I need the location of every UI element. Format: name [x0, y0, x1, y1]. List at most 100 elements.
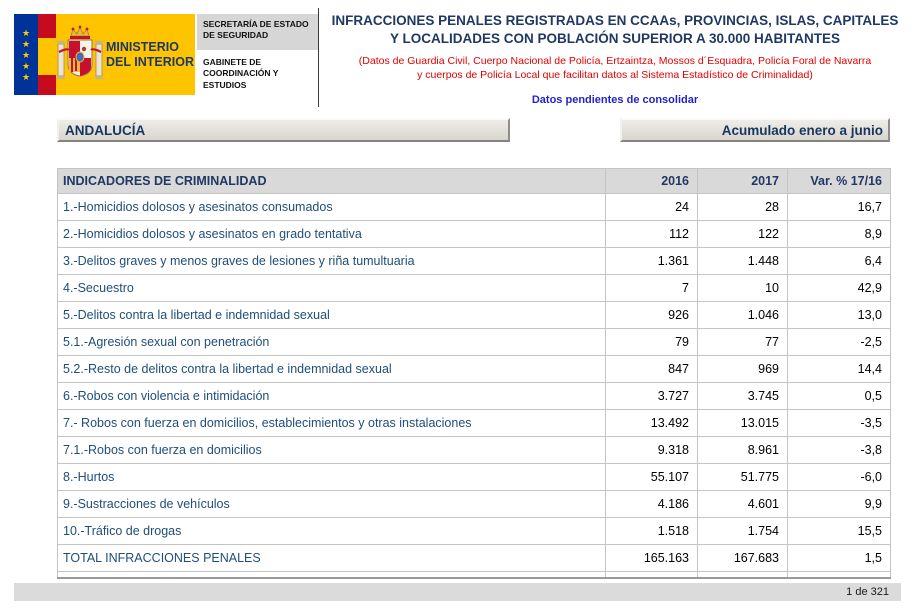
indicator-label: 7.- Robos con fuerza en domicilios, esta… — [58, 410, 606, 437]
eu-star-icon: ★ — [22, 39, 30, 49]
gabinete-label: GABINETE DE COORDINACIÓN Y ESTUDIOS — [197, 57, 318, 91]
value-variation: 8,9 — [788, 221, 891, 248]
footer-bar: 1 de 321 — [14, 583, 901, 601]
value-2016: 9.318 — [606, 437, 698, 464]
value-variation: -2,5 — [788, 329, 891, 356]
table-row: 5.2.-Resto de delitos contra la libertad… — [58, 356, 891, 383]
eu-star-icon: ★ — [22, 50, 30, 60]
ministry-name-line2: DEL INTERIOR — [106, 55, 194, 70]
value-2016: 847 — [606, 356, 698, 383]
column-header-2017: 2017 — [698, 169, 788, 194]
total-label: TOTAL INFRACCIONES PENALES — [58, 545, 606, 572]
value-variation: -3,8 — [788, 437, 891, 464]
indicator-label: 3.-Delitos graves y menos graves de lesi… — [58, 248, 606, 275]
table-total-row: TOTAL INFRACCIONES PENALES 165.163 167.6… — [58, 545, 891, 572]
subtitle-line2: y cuerpos de Policía Local que facilitan… — [322, 68, 908, 82]
indicator-label: 2.-Homicidios dolosos y asesinatos en gr… — [58, 221, 606, 248]
eu-star-icon: ★ — [22, 72, 30, 82]
table-spacer-row — [58, 572, 891, 578]
subtitle: (Datos de Guardia Civil, Cuerpo Nacional… — [322, 54, 908, 82]
ministry-name-line1: MINISTERIO — [106, 40, 194, 55]
value-variation: 0,5 — [788, 383, 891, 410]
table-row: 1.-Homicidios dolosos y asesinatos consu… — [58, 194, 891, 221]
subtitle-line1: (Datos de Guardia Civil, Cuerpo Nacional… — [322, 54, 908, 68]
table-row: 8.-Hurtos 55.107 51.775 -6,0 — [58, 464, 891, 491]
period-button[interactable]: Acumulado enero a junio — [620, 118, 890, 142]
table-row: 10.-Tráfico de drogas 1.518 1.754 15,5 — [58, 518, 891, 545]
value-variation: 6,4 — [788, 248, 891, 275]
value-2016: 24 — [606, 194, 698, 221]
page-title-line2: Y LOCALIDADES CON POBLACIÓN SUPERIOR A 3… — [322, 30, 908, 48]
indicator-label: 10.-Tráfico de drogas — [58, 518, 606, 545]
table-row: 7.- Robos con fuerza en domicilios, esta… — [58, 410, 891, 437]
indicator-label: 5.2.-Resto de delitos contra la libertad… — [58, 356, 606, 383]
value-2017: 8.961 — [698, 437, 788, 464]
value-variation: 16,7 — [788, 194, 891, 221]
value-2017: 1.754 — [698, 518, 788, 545]
value-variation: -6,0 — [788, 464, 891, 491]
indicator-label: 5.-Delitos contra la libertad e indemnid… — [58, 302, 606, 329]
page-title-line1: INFRACCIONES PENALES REGISTRADAS EN CCAA… — [322, 12, 908, 30]
indicator-label: 7.1.-Robos con fuerza en domicilios — [58, 437, 606, 464]
value-2017: 1.046 — [698, 302, 788, 329]
column-header-2016: 2016 — [606, 169, 698, 194]
table-row: 5.-Delitos contra la libertad e indemnid… — [58, 302, 891, 329]
total-2016: 165.163 — [606, 545, 698, 572]
value-2017: 122 — [698, 221, 788, 248]
value-2017: 1.448 — [698, 248, 788, 275]
value-2017: 3.745 — [698, 383, 788, 410]
value-2016: 926 — [606, 302, 698, 329]
pending-data-note: Datos pendientes de consolidar — [322, 94, 908, 106]
value-2016: 3.727 — [606, 383, 698, 410]
table-row: 6.-Robos con violencia e intimidación 3.… — [58, 383, 891, 410]
spain-coat-of-arms-icon — [57, 24, 103, 86]
report-page: ★ ★ ★ ★ ★ — [0, 0, 914, 608]
table-row: 2.-Homicidios dolosos y asesinatos en gr… — [58, 221, 891, 248]
value-2017: 4.601 — [698, 491, 788, 518]
value-2016: 1.361 — [606, 248, 698, 275]
value-2017: 51.775 — [698, 464, 788, 491]
table-row: 4.-Secuestro 7 10 42,9 — [58, 275, 891, 302]
eu-star-icon: ★ — [22, 28, 30, 38]
indicator-label: 5.1.-Agresión sexual con penetración — [58, 329, 606, 356]
table-row: 3.-Delitos graves y menos graves de lesi… — [58, 248, 891, 275]
eu-star-icon: ★ — [22, 61, 30, 71]
value-2016: 4.186 — [606, 491, 698, 518]
secretaria-label: SECRETARÍA DE ESTADO DE SEGURIDAD — [197, 14, 318, 50]
header-divider — [318, 8, 319, 107]
value-2017: 28 — [698, 194, 788, 221]
spain-flag-icon — [38, 14, 56, 95]
title-area: INFRACCIONES PENALES REGISTRADAS EN CCAA… — [322, 12, 908, 106]
column-header-variation: Var. % 17/16 — [788, 169, 891, 194]
indicator-label: 6.-Robos con violencia e intimidación — [58, 383, 606, 410]
table-row: 9.-Sustracciones de vehículos 4.186 4.60… — [58, 491, 891, 518]
table-header-row: INDICADORES DE CRIMINALIDAD 2016 2017 Va… — [58, 169, 891, 194]
value-variation: 42,9 — [788, 275, 891, 302]
ministry-logo: ★ ★ ★ ★ ★ — [14, 14, 195, 95]
column-header-indicators: INDICADORES DE CRIMINALIDAD — [58, 169, 606, 194]
value-2017: 10 — [698, 275, 788, 302]
indicator-label: 4.-Secuestro — [58, 275, 606, 302]
value-2016: 55.107 — [606, 464, 698, 491]
value-2016: 112 — [606, 221, 698, 248]
value-variation: 14,4 — [788, 356, 891, 383]
value-2017: 13.015 — [698, 410, 788, 437]
logo-main-area: MINISTERIO DEL INTERIOR — [56, 14, 195, 95]
indicator-label: 9.-Sustracciones de vehículos — [58, 491, 606, 518]
table-row: 7.1.-Robos con fuerza en domicilios 9.31… — [58, 437, 891, 464]
eu-stars-icon: ★ ★ ★ ★ ★ — [14, 14, 38, 95]
value-2016: 13.492 — [606, 410, 698, 437]
indicator-label: 8.-Hurtos — [58, 464, 606, 491]
value-variation: 9,9 — [788, 491, 891, 518]
crime-indicators-table: INDICADORES DE CRIMINALIDAD 2016 2017 Va… — [57, 168, 891, 579]
value-variation: -3,5 — [788, 410, 891, 437]
total-2017: 167.683 — [698, 545, 788, 572]
indicator-label: 1.-Homicidios dolosos y asesinatos consu… — [58, 194, 606, 221]
value-2016: 7 — [606, 275, 698, 302]
page-indicator: 1 de 321 — [846, 586, 889, 598]
value-2017: 969 — [698, 356, 788, 383]
region-button[interactable]: ANDALUCÍA — [57, 118, 510, 142]
value-variation: 13,0 — [788, 302, 891, 329]
ministry-name: MINISTERIO DEL INTERIOR — [106, 40, 194, 70]
total-variation: 1,5 — [788, 545, 891, 572]
